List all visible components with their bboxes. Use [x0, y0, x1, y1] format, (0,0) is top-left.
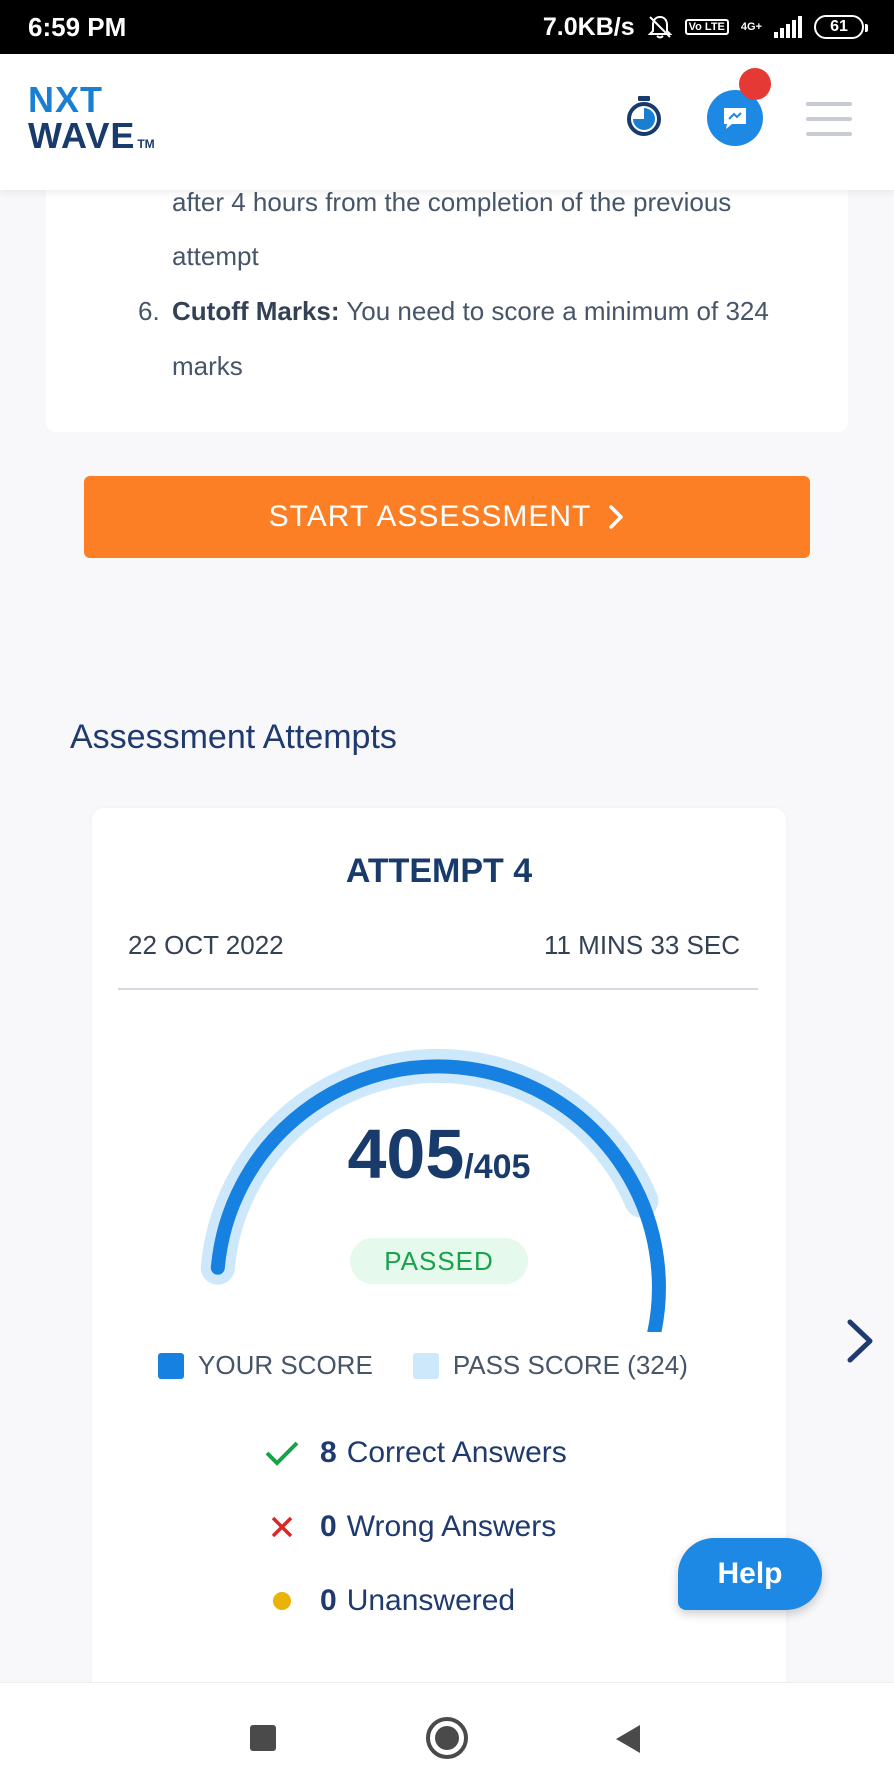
status-badge: PASSED	[350, 1238, 528, 1284]
legend-label: YOUR SCORE	[198, 1350, 373, 1380]
logo-top: NXT	[28, 79, 103, 120]
notification-dot	[739, 68, 771, 100]
stat-count: 0	[320, 1510, 337, 1543]
hamburger-menu-icon[interactable]	[806, 102, 854, 136]
score-total: /405	[464, 1148, 531, 1186]
cutoff-label: Cutoff Marks:	[172, 296, 340, 326]
network-type: 4G+	[740, 20, 762, 33]
attempt-date: 22 OCT 2022	[128, 930, 284, 960]
logo-bottom: WAVE	[28, 115, 136, 156]
attempt-duration: 11 MINS 33 SEC	[543, 930, 740, 960]
status-time: 6:59 PM	[28, 11, 127, 42]
dot-icon	[262, 1590, 302, 1612]
stat-label: Unanswered	[346, 1584, 516, 1617]
stopwatch-icon[interactable]	[622, 94, 666, 138]
instruction-number: 6.	[138, 296, 160, 326]
network-speed: 7.0KB/s	[542, 12, 635, 41]
legend-swatch	[412, 1352, 439, 1379]
stat-label: Correct Answers	[346, 1436, 567, 1469]
status-right: 7.0KB/s Vo LTE 4G+ 61	[542, 12, 868, 42]
home-icon	[435, 1726, 459, 1750]
stat-correct: 8 Correct Answers	[262, 1436, 567, 1470]
system-nav-bar	[0, 1682, 894, 1788]
logo-tm: TM	[137, 137, 155, 151]
stat-label: Wrong Answers	[346, 1510, 557, 1543]
score-display: 405/405	[92, 1114, 786, 1194]
bell-off-icon	[647, 15, 673, 39]
status-bar: 6:59 PM 7.0KB/s Vo LTE 4G+ 61	[0, 0, 894, 54]
legend-label: PASS SCORE (324)	[452, 1350, 688, 1380]
recents-button[interactable]	[250, 1725, 276, 1751]
nxtwave-logo[interactable]: NXT WAVE TM	[28, 82, 155, 162]
instruction-item: Cutoff Marks: You need to score a minimu…	[172, 295, 769, 327]
attempt-title: ATTEMPT 4	[345, 852, 533, 890]
stat-count: 0	[320, 1584, 337, 1617]
score-value: 405	[347, 1115, 465, 1193]
instructions-card: after 4 hours from the completion of the…	[46, 150, 848, 432]
start-assessment-button[interactable]: START ASSESSMENT	[84, 476, 810, 558]
stat-count: 8	[320, 1436, 337, 1469]
gauge-legend: YOUR SCORE PASS SCORE (324)	[158, 1350, 728, 1381]
stat-unanswered: 0 Unanswered	[262, 1584, 515, 1618]
cutoff-text: You need to score a minimum of 324	[339, 296, 769, 326]
section-title: Assessment Attempts	[70, 718, 397, 756]
legend-pass-score: PASS SCORE (324)	[412, 1350, 688, 1381]
next-attempt-arrow-icon[interactable]	[842, 1318, 876, 1364]
stat-wrong: 0 Wrong Answers	[262, 1510, 556, 1544]
volte-badge: Vo LTE	[684, 19, 729, 35]
battery-icon: 61	[814, 15, 868, 39]
help-button[interactable]: Help	[678, 1538, 822, 1610]
check-icon	[262, 1439, 302, 1467]
back-button[interactable]	[614, 1723, 642, 1755]
instruction-line: after 4 hours from the completion of the…	[172, 187, 732, 217]
cross-icon	[262, 1514, 302, 1540]
home-button[interactable]	[426, 1717, 468, 1759]
signal-icon	[774, 16, 802, 38]
instruction-line: marks	[172, 351, 243, 381]
chevron-right-icon	[609, 505, 624, 529]
chat-bubble-icon	[724, 108, 746, 129]
app-header: NXT WAVE TM	[0, 54, 894, 190]
legend-your-score: YOUR SCORE	[158, 1350, 373, 1381]
start-assessment-label: START ASSESSMENT	[268, 500, 592, 533]
divider	[118, 988, 758, 990]
legend-swatch	[158, 1352, 184, 1379]
instruction-line: attempt	[172, 241, 259, 271]
battery-level: 61	[830, 18, 848, 35]
